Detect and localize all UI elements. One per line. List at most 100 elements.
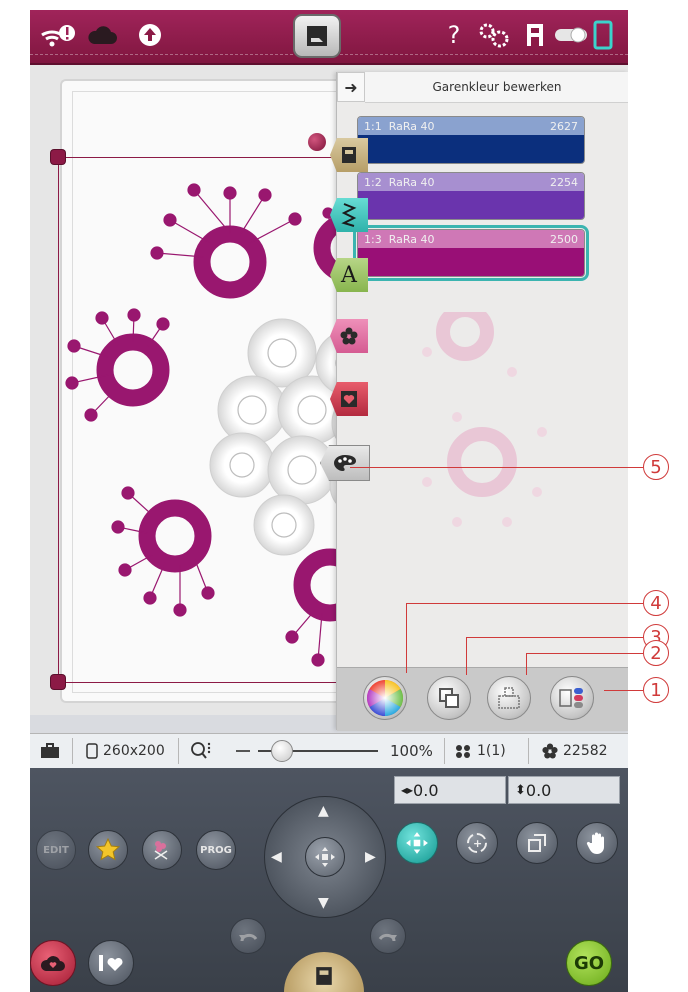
cloud-icon[interactable] <box>86 20 118 50</box>
color-wheel-button[interactable] <box>363 676 407 720</box>
arrow-right-icon: ➜ <box>344 77 358 97</box>
settings-icon[interactable] <box>476 20 512 50</box>
tablet-icon[interactable] <box>590 20 616 50</box>
favorite-button[interactable] <box>88 830 128 870</box>
arrow-left-icon[interactable]: ◀ <box>271 849 282 865</box>
design-count[interactable]: 1(1) <box>454 734 506 768</box>
home-button[interactable] <box>293 14 341 58</box>
svg-text:+: + <box>473 837 482 850</box>
wifi-alert-icon[interactable] <box>38 20 78 50</box>
resize-handle-bottom-left[interactable] <box>51 675 65 689</box>
edit-button-label: EDIT <box>43 844 69 856</box>
redo-icon <box>378 933 397 942</box>
upload-icon[interactable] <box>138 20 162 50</box>
move-center-icon <box>315 847 335 867</box>
prog-button[interactable]: PROG <box>196 830 236 870</box>
font-tab-icon: A <box>341 262 357 288</box>
selection-frame-left <box>58 157 59 682</box>
callout-vline-4 <box>406 603 407 673</box>
machine-icon[interactable] <box>524 20 546 50</box>
undo-icon <box>239 933 258 942</box>
vertical-move-icon: ⬍ <box>515 782 526 798</box>
heart-tab-icon <box>341 391 357 407</box>
design-tab-icon <box>340 327 358 345</box>
embroidery-icon <box>456 745 470 758</box>
arrow-right-icon[interactable]: ▶ <box>365 849 376 865</box>
scale-icon <box>528 834 546 852</box>
grid-blocks-icon <box>498 687 520 709</box>
stitch-count[interactable]: 22582 <box>542 734 608 768</box>
heart-tab[interactable] <box>330 382 368 416</box>
go-button[interactable]: GO <box>566 940 612 986</box>
callout-line-2 <box>526 653 643 654</box>
hoop-size[interactable]: 260x200 <box>86 734 165 768</box>
hoop-tab[interactable] <box>330 138 368 172</box>
thread-item-1[interactable]: 1:1 RaRa 40 2627 <box>357 116 585 164</box>
thread-label: 1:3 RaRa 40 <box>364 232 435 246</box>
panel-title: Garenkleur bewerken <box>365 72 628 103</box>
help-icon[interactable]: ? <box>444 20 464 50</box>
thread-color-swatch <box>358 191 584 219</box>
pan-mode-button[interactable] <box>576 822 618 864</box>
color-sort-button[interactable] <box>550 676 594 720</box>
pen-heart-icon <box>99 955 123 971</box>
selection-frame-top <box>58 157 338 158</box>
callout-2: 2 <box>643 640 669 666</box>
cut-design-button[interactable] <box>142 830 182 870</box>
position-dpad[interactable]: ▲ ▼ ◀ ▶ <box>264 796 386 918</box>
collapse-panel-button[interactable]: ➜ <box>337 72 365 102</box>
zoom-slider-thumb[interactable] <box>271 740 294 762</box>
scissors-flower-icon <box>154 841 168 860</box>
briefcase-icon[interactable] <box>40 734 60 768</box>
hoop-icon <box>86 743 98 759</box>
palette-tab[interactable] <box>320 445 370 481</box>
redo-button[interactable] <box>370 918 406 954</box>
design-count-label: 1(1) <box>477 743 506 759</box>
toggle-icon[interactable] <box>554 20 588 50</box>
hoop-tab-icon <box>316 967 332 985</box>
color-block-button[interactable] <box>487 676 531 720</box>
layer-order-button[interactable] <box>427 676 471 720</box>
top-bar: ? <box>30 10 628 65</box>
zoom-minus-icon <box>236 750 250 752</box>
resize-handle-top-left[interactable] <box>51 150 65 164</box>
go-button-label: GO <box>573 952 605 974</box>
color-wheel-icon <box>366 680 404 716</box>
rotate-handle[interactable] <box>308 133 326 151</box>
hoop-size-label: 260x200 <box>103 743 165 759</box>
help-label: ? <box>447 21 461 49</box>
y-coordinate-field[interactable]: ⬍ 0.0 <box>508 776 620 804</box>
undo-button[interactable] <box>230 918 266 954</box>
hoop-tab-button[interactable] <box>284 952 364 992</box>
edit-button[interactable]: EDIT <box>36 830 76 870</box>
design-tab[interactable] <box>330 319 368 353</box>
panel-toolbar <box>337 667 628 731</box>
arrow-down-icon[interactable]: ▼ <box>318 895 329 911</box>
thread-item-2[interactable]: 1:2 RaRa 40 2254 <box>357 172 585 220</box>
callout-line-5 <box>350 467 643 468</box>
arrow-up-icon[interactable]: ▲ <box>318 803 329 819</box>
callout-line-3 <box>466 637 643 638</box>
stitch-count-label: 22582 <box>563 743 608 759</box>
rotate-mode-button[interactable]: + <box>456 822 498 864</box>
scale-mode-button[interactable] <box>516 822 558 864</box>
zoom-options-icon[interactable] <box>190 734 212 768</box>
machine-screen: ? ➜ Garenkleur bewerken 1:1 RaRa 40 2627… <box>30 10 628 992</box>
stitch-tab[interactable] <box>330 198 368 232</box>
x-coordinate-field[interactable]: ◂▸ 0.0 <box>394 776 506 804</box>
font-tab[interactable]: A <box>330 258 368 292</box>
thread-item-3[interactable]: 1:3 RaRa 40 2500 <box>353 225 589 281</box>
callout-vline-2 <box>526 653 527 675</box>
flower-icon <box>542 743 558 759</box>
zoom-slider[interactable] <box>230 734 380 768</box>
panel-background-design <box>422 312 547 527</box>
move-icon <box>406 832 428 854</box>
move-mode-button[interactable] <box>396 822 438 864</box>
center-design-button[interactable] <box>305 837 345 877</box>
personal-files-button[interactable] <box>88 940 134 986</box>
x-coordinate-value: 0.0 <box>413 780 439 800</box>
cloud-heart-button[interactable] <box>30 940 76 986</box>
hand-icon <box>586 832 604 854</box>
selection-frame-bottom <box>58 682 338 683</box>
y-coordinate-value: 0.0 <box>525 780 552 800</box>
